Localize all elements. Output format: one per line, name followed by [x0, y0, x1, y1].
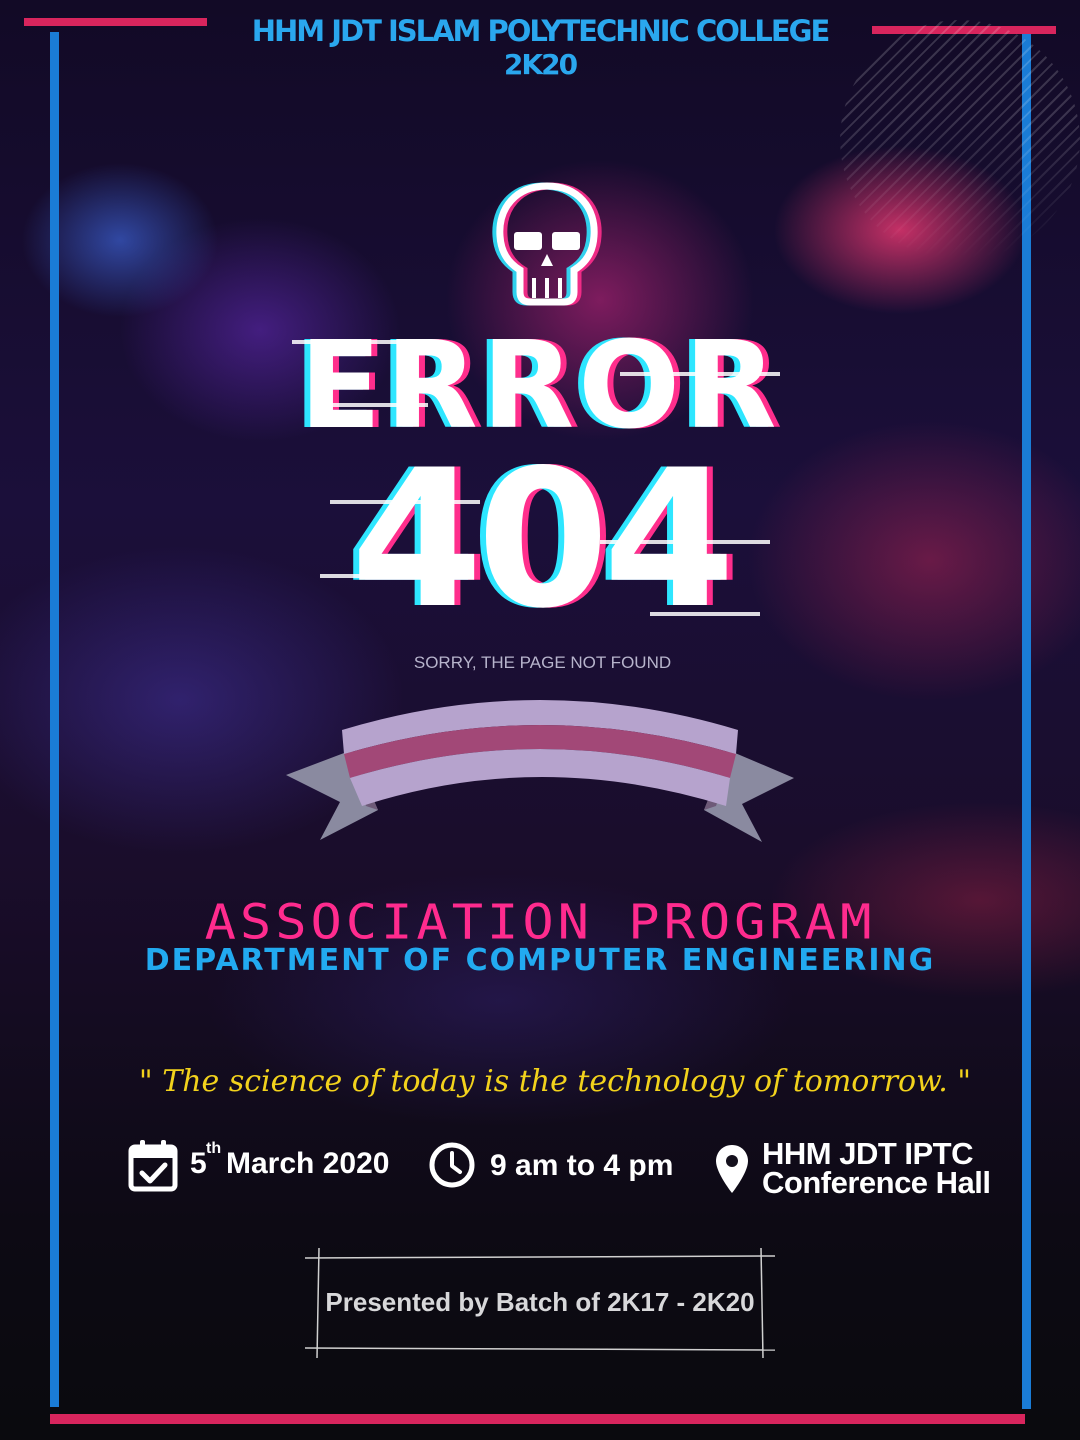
presented-by-text: Presented by Batch of 2K17 - 2K20 [325, 1287, 755, 1317]
glitch-line [330, 500, 480, 504]
sorry-message: SORRY, THE PAGE NOT FOUND [413, 653, 672, 672]
event-time: 9 am to 4 pm [490, 1149, 674, 1182]
glitch-line [650, 612, 760, 616]
venue-hall: Conference Hall [762, 1165, 991, 1200]
glitch-line [320, 574, 440, 578]
glitch-line [318, 403, 428, 407]
location-pin-icon [716, 1145, 748, 1193]
skull-icon [492, 182, 602, 306]
calendar-check-icon [128, 1140, 178, 1192]
clock-icon [429, 1142, 475, 1188]
department-name: DEPARTMENT OF COMPUTER ENGINEERING [144, 943, 936, 978]
bottom-frame-bar [50, 1414, 1025, 1424]
event-title: ASSOCIATION PROGRAM [204, 895, 876, 951]
college-year: 2K20 [503, 48, 578, 81]
event-date-month: March 2020 [226, 1147, 390, 1180]
ribbon-banner [286, 700, 794, 842]
event-date-day: 5 [190, 1147, 207, 1180]
event-date-suffix: th [206, 1140, 222, 1157]
quote-text: " The science of today is the technology… [138, 1064, 972, 1099]
error-code: 404 [350, 429, 736, 650]
college-name: HHM JDT ISLAM POLYTECHNIC COLLEGE [251, 14, 831, 48]
left-frame-bar [50, 32, 59, 1407]
glitch-line [600, 540, 770, 544]
glitch-line [620, 372, 780, 376]
poster-background: HHM JDT ISLAM POLYTECHNIC COLLEGE 2K20 E… [0, 0, 1080, 1440]
glitch-line [292, 340, 422, 344]
